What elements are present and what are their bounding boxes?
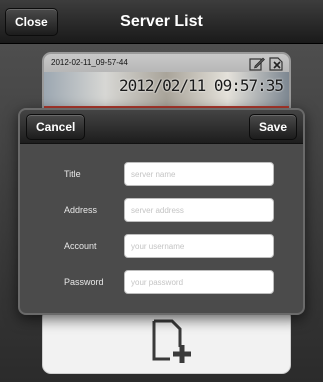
address-field[interactable] bbox=[124, 198, 274, 222]
delete-x-icon[interactable] bbox=[268, 57, 284, 71]
cancel-button[interactable]: Cancel bbox=[26, 114, 86, 140]
password-field[interactable] bbox=[124, 270, 274, 294]
pencil-edit-icon[interactable] bbox=[249, 57, 265, 71]
dialog-toolbar: Cancel Save bbox=[20, 110, 303, 144]
add-server-button[interactable] bbox=[42, 308, 291, 374]
address-row: Address bbox=[20, 198, 303, 222]
title-field[interactable] bbox=[124, 162, 274, 186]
add-document-icon bbox=[152, 319, 191, 363]
save-button[interactable]: Save bbox=[248, 114, 297, 140]
server-name: 2012-02-11_09-57-44 bbox=[51, 58, 128, 67]
navigation-bar: Server List Close bbox=[0, 0, 323, 44]
account-label: Account bbox=[64, 241, 97, 251]
camera-timestamp-overlay: 2012/02/11 09:57:35 bbox=[118, 76, 284, 95]
address-label: Address bbox=[64, 205, 98, 215]
server-edit-dialog: Cancel Save Title Address Account Passwo… bbox=[18, 108, 305, 315]
title-row: Title bbox=[20, 162, 303, 186]
close-button[interactable]: Close bbox=[5, 8, 58, 36]
password-label: Password bbox=[64, 277, 104, 287]
title-label: Title bbox=[64, 169, 81, 179]
password-row: Password bbox=[20, 270, 303, 294]
account-row: Account bbox=[20, 234, 303, 258]
account-field[interactable] bbox=[124, 234, 274, 258]
